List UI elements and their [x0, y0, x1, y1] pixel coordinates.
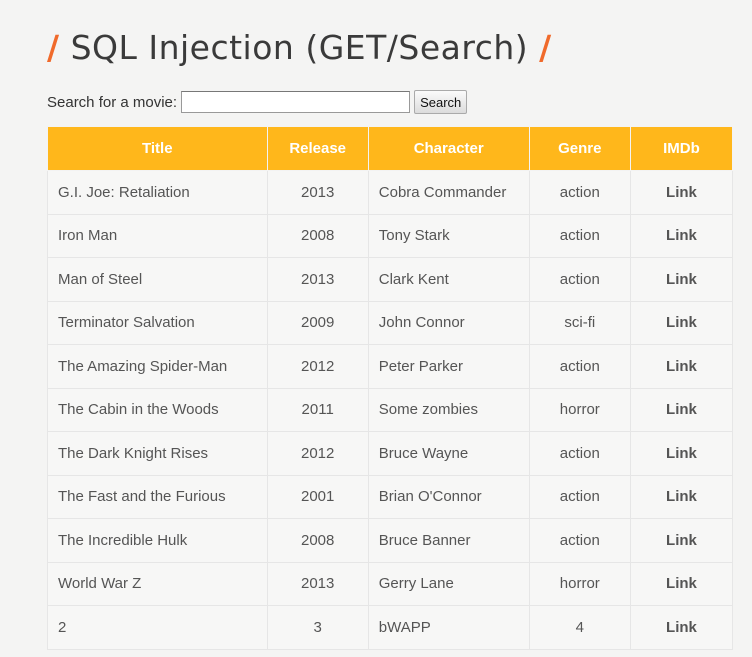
imdb-link[interactable]: Link	[629, 387, 734, 432]
table-row: The Cabin in the Woods 2011 Some zombies…	[47, 387, 734, 432]
cell-title: The Incredible Hulk	[47, 518, 268, 563]
cell-release: 2009	[266, 300, 369, 345]
column-header-character: Character	[367, 126, 530, 171]
table-row: The Dark Knight Rises 2012 Bruce Wayne a…	[47, 431, 734, 476]
search-button[interactable]: Search	[414, 90, 468, 114]
imdb-link[interactable]: Link	[629, 300, 734, 345]
column-header-imdb: IMDb	[629, 126, 734, 171]
page: / SQL Injection (GET/Search) / Search fo…	[0, 0, 752, 657]
cell-genre: action	[528, 257, 631, 302]
cell-release: 2013	[266, 257, 369, 302]
cell-title: The Dark Knight Rises	[47, 431, 268, 476]
cell-genre: sci-fi	[528, 300, 631, 345]
cell-title: 2	[47, 605, 268, 650]
imdb-link[interactable]: Link	[629, 605, 734, 650]
imdb-link[interactable]: Link	[629, 518, 734, 563]
imdb-link[interactable]: Link	[629, 170, 734, 215]
cell-genre: action	[528, 344, 631, 389]
title-slash-left: /	[47, 28, 60, 67]
cell-genre: horror	[528, 387, 631, 432]
cell-title: Terminator Salvation	[47, 300, 268, 345]
table-header-row: Title Release Character Genre IMDb	[47, 126, 734, 171]
imdb-link[interactable]: Link	[629, 431, 734, 476]
page-title: / SQL Injection (GET/Search) /	[47, 22, 552, 74]
cell-character: Some zombies	[367, 387, 530, 432]
cell-character: Brian O'Connor	[367, 474, 530, 519]
cell-title: The Amazing Spider-Man	[47, 344, 268, 389]
table-row: G.I. Joe: Retaliation 2013 Cobra Command…	[47, 170, 734, 215]
movies-table: Title Release Character Genre IMDb G.I. …	[47, 126, 734, 650]
cell-genre: action	[528, 474, 631, 519]
imdb-link[interactable]: Link	[629, 344, 734, 389]
table-row: 2 3 bWAPP 4 Link	[47, 605, 734, 650]
imdb-link[interactable]: Link	[629, 257, 734, 302]
table-row: Terminator Salvation 2009 John Connor sc…	[47, 300, 734, 345]
cell-title: Iron Man	[47, 213, 268, 258]
cell-genre: action	[528, 518, 631, 563]
cell-release: 2012	[266, 431, 369, 476]
cell-genre: action	[528, 170, 631, 215]
column-header-genre: Genre	[528, 126, 631, 171]
cell-title: The Cabin in the Woods	[47, 387, 268, 432]
cell-character: bWAPP	[367, 605, 530, 650]
cell-release: 2013	[266, 561, 369, 606]
cell-release: 2012	[266, 344, 369, 389]
search-label: Search for a movie:	[47, 93, 178, 111]
cell-release: 3	[266, 605, 369, 650]
cell-character: Peter Parker	[367, 344, 530, 389]
imdb-link[interactable]: Link	[629, 213, 734, 258]
cell-release: 2011	[266, 387, 369, 432]
cell-genre: 4	[528, 605, 631, 650]
cell-character: Bruce Banner	[367, 518, 530, 563]
cell-character: Cobra Commander	[367, 170, 530, 215]
search-input[interactable]	[181, 91, 411, 113]
table-row: The Fast and the Furious 2001 Brian O'Co…	[47, 474, 734, 519]
cell-character: Clark Kent	[367, 257, 530, 302]
cell-character: John Connor	[367, 300, 530, 345]
imdb-link[interactable]: Link	[629, 561, 734, 606]
cell-release: 2008	[266, 213, 369, 258]
cell-genre: action	[528, 431, 631, 476]
cell-genre: action	[528, 213, 631, 258]
cell-character: Tony Stark	[367, 213, 530, 258]
imdb-link[interactable]: Link	[629, 474, 734, 519]
table-row: World War Z 2013 Gerry Lane horror Link	[47, 561, 734, 606]
title-text: SQL Injection (GET/Search)	[70, 28, 529, 67]
table-row: The Incredible Hulk 2008 Bruce Banner ac…	[47, 518, 734, 563]
cell-character: Gerry Lane	[367, 561, 530, 606]
cell-release: 2001	[266, 474, 369, 519]
cell-title: The Fast and the Furious	[47, 474, 268, 519]
cell-genre: horror	[528, 561, 631, 606]
column-header-release: Release	[266, 126, 369, 171]
table-row: Man of Steel 2013 Clark Kent action Link	[47, 257, 734, 302]
column-header-title: Title	[47, 126, 268, 171]
cell-release: 2013	[266, 170, 369, 215]
table-row: The Amazing Spider-Man 2012 Peter Parker…	[47, 344, 734, 389]
search-form: Search for a movie: Search	[47, 90, 468, 114]
table-row: Iron Man 2008 Tony Stark action Link	[47, 213, 734, 258]
cell-release: 2008	[266, 518, 369, 563]
cell-title: G.I. Joe: Retaliation	[47, 170, 268, 215]
title-slash-right: /	[539, 28, 552, 67]
cell-title: World War Z	[47, 561, 268, 606]
cell-title: Man of Steel	[47, 257, 268, 302]
cell-character: Bruce Wayne	[367, 431, 530, 476]
